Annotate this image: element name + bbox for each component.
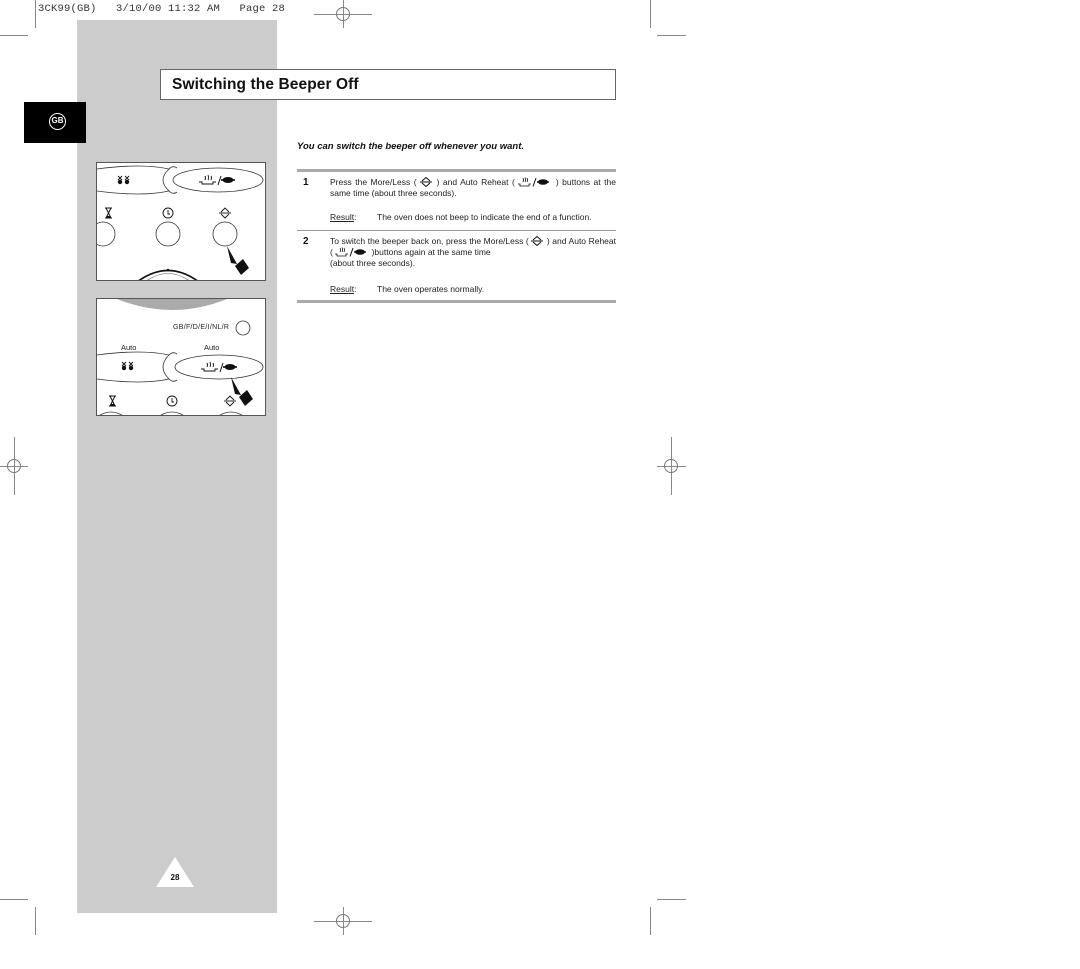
auto-label-right: Auto	[204, 343, 220, 352]
language-tab: GB	[24, 102, 86, 143]
auto-reheat-button	[172, 167, 264, 193]
control-panel-illustration-bottom: GB/F/D/E/I/NL/R Auto Auto	[96, 298, 266, 416]
result-label: Result:	[330, 212, 357, 222]
more-less-icon	[531, 236, 544, 246]
crop-mark	[650, 0, 651, 28]
auto-defrost-icon	[117, 175, 130, 185]
step-1-instruction: Press the More/Less ( ) and Auto Reheat …	[330, 177, 616, 199]
crop-mark	[650, 907, 651, 935]
crop-mark	[657, 899, 686, 900]
dial-shadow	[117, 299, 227, 310]
pointer-arrow-icon	[227, 246, 249, 275]
step-text: ) and Auto Reheat (	[436, 177, 515, 187]
auto-reheat-icon	[201, 361, 237, 373]
page-number-triangle	[156, 857, 194, 887]
more-less-button	[212, 221, 238, 247]
timer-button	[97, 221, 116, 247]
hourglass-icon	[109, 395, 116, 407]
step-text: (about three seconds).	[330, 258, 416, 268]
crop-mark	[0, 35, 28, 36]
step-text: )buttons again at the same time	[371, 247, 491, 257]
step-2-instruction: To switch the beeper back on, press the …	[330, 236, 616, 269]
divider	[297, 300, 616, 303]
intro-text: You can switch the beeper off whenever y…	[297, 141, 524, 152]
registration-mark	[7, 459, 21, 473]
crop-mark	[0, 899, 28, 900]
result-colon: :	[354, 212, 357, 222]
auto-reheat-icon	[518, 177, 550, 187]
step-number: 2	[303, 236, 309, 247]
section-title-box: Switching the Beeper Off	[160, 69, 616, 100]
step-text: To switch the beeper back on, press the …	[330, 236, 529, 246]
crop-mark	[35, 907, 36, 935]
divider	[297, 169, 616, 172]
page-title: Switching the Beeper Off	[172, 76, 359, 93]
control-panel-illustration-top	[96, 162, 266, 281]
registration-mark	[664, 459, 678, 473]
clock-icon	[166, 395, 178, 407]
dial	[138, 269, 198, 280]
result-label: Result:	[330, 284, 357, 294]
registration-mark	[336, 914, 350, 928]
result-text: The oven does not beep to indicate the e…	[377, 212, 592, 222]
pointer-arrow-icon	[231, 377, 253, 406]
more-less-icon	[420, 177, 433, 187]
auto-reheat-icon	[199, 174, 235, 186]
page-number: 28	[170, 873, 180, 882]
divider	[297, 230, 616, 231]
more-less-icon	[224, 395, 236, 407]
hourglass-icon	[105, 207, 112, 219]
result-colon: :	[354, 284, 357, 294]
result-text: The oven operates normally.	[377, 284, 485, 294]
auto-label-left: Auto	[121, 343, 137, 352]
step-number: 1	[303, 177, 309, 188]
clock-button	[155, 221, 181, 247]
language-button	[235, 320, 251, 336]
clock-icon	[162, 207, 174, 219]
crop-mark	[35, 0, 36, 28]
sidebar-band	[77, 20, 277, 913]
more-less-icon	[219, 207, 231, 219]
print-header: 3CK99(GB) 3/10/00 11:32 AM Page 28	[38, 3, 286, 15]
language-label: GB/F/D/E/I/NL/R	[173, 324, 230, 331]
registration-mark	[336, 7, 350, 21]
language-badge: GB	[49, 113, 66, 130]
auto-reheat-icon	[335, 247, 367, 257]
crop-mark	[657, 35, 686, 36]
step-text: Press the More/Less (	[330, 177, 417, 187]
auto-reheat-button	[174, 354, 264, 380]
auto-defrost-icon	[121, 361, 134, 371]
